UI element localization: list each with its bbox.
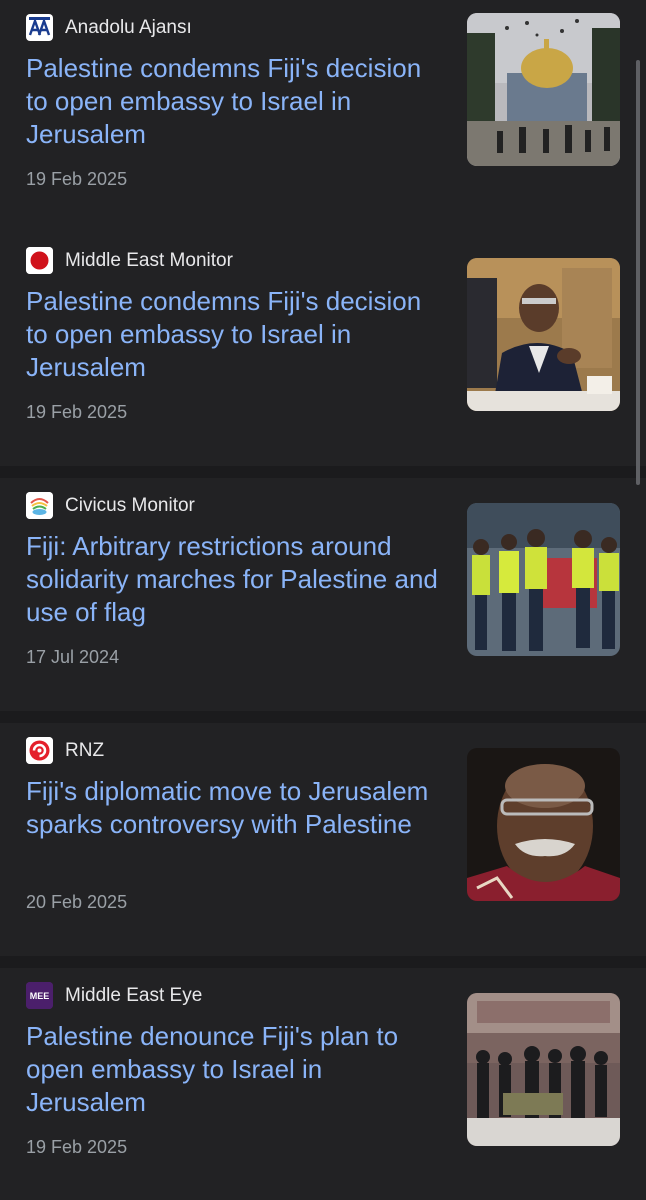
middle-east-eye-logo-icon: MEE [26,982,53,1009]
middle-east-monitor-logo-icon [26,247,53,274]
article-source: MEE Middle East Eye [26,982,202,1009]
source-name: Middle East Eye [65,984,203,1006]
article-headline-link[interactable]: Palestine condemns Fiji's decision to op… [26,285,446,384]
article-date: 19 Feb 2025 [26,169,128,189]
article-date: 19 Feb 2025 [26,402,128,422]
article-source: Civicus Monitor [26,492,195,519]
police-officers-photo-icon[interactable] [467,503,620,656]
article-source: Anadolu Ajansı [26,14,192,41]
article-date: 19 Feb 2025 [26,1137,128,1157]
article-source: Middle East Monitor [26,247,233,274]
official-seated-photo-icon[interactable] [467,258,620,411]
rnz-logo-icon [26,737,53,764]
article-card[interactable]: Middle East Monitor Palestine condemns F… [0,233,646,466]
article-headline-link[interactable]: Palestine condemns Fiji's decision to op… [26,52,446,151]
article-card[interactable]: Civicus Monitor Fiji: Arbitrary restrict… [0,478,646,711]
dome-of-the-rock-photo-icon[interactable] [467,13,620,166]
article-headline-link[interactable]: Palestine denounce Fiji's plan to open e… [26,1020,446,1119]
source-name: RNZ [65,739,105,761]
anadolu-agency-logo-icon [26,14,53,41]
article-date: 17 Jul 2024 [26,647,120,667]
article-card[interactable]: Anadolu Ajansı Palestine condemns Fiji's… [0,0,646,233]
source-name: Middle East Monitor [65,249,233,271]
article-card[interactable]: MEE Middle East Eye Palestine denounce F… [0,968,646,1200]
civicus-monitor-logo-icon [26,492,53,519]
portrait-photo-icon[interactable] [467,748,620,901]
svg-text:MEE: MEE [30,991,50,1001]
scrollbar[interactable] [636,60,640,485]
article-headline-link[interactable]: Fiji: Arbitrary restrictions around soli… [26,530,446,629]
rally-crowd-photo-icon[interactable] [467,993,620,1146]
article-card[interactable]: RNZ Fiji's diplomatic move to Jerusalem … [0,723,646,956]
news-feed[interactable]: Anadolu Ajansı Palestine condemns Fiji's… [0,0,646,1200]
article-headline-link[interactable]: Fiji's diplomatic move to Jerusalem spar… [26,775,446,841]
source-name: Anadolu Ajansı [65,16,192,38]
article-source: RNZ [26,737,104,764]
article-date: 20 Feb 2025 [26,892,128,912]
source-name: Civicus Monitor [65,494,195,516]
